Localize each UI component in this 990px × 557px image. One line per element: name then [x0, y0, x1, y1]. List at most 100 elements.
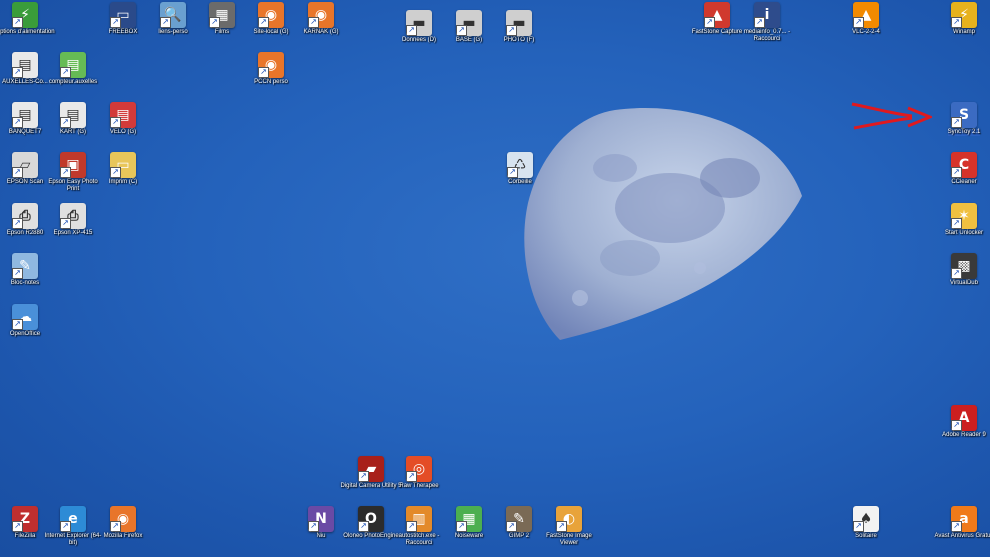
desktop-icon-label: Epson XP-415	[53, 230, 93, 236]
printer-icon: ⎙ ↗	[12, 203, 38, 229]
shortcut-arrow-icon: ↗	[160, 17, 171, 28]
desktop-icon-avast[interactable]: a ↗ Avast Antivirus Gratuit	[933, 506, 990, 540]
drive-icon: ▬ ↗	[456, 10, 482, 36]
firefox-icon: ◉ ↗	[258, 2, 284, 28]
desktop-icon-imprim[interactable]: ▭ ↗ Imprim (C)	[92, 152, 154, 186]
shortcut-arrow-icon: ↗	[308, 17, 319, 28]
shortcut-arrow-icon: ↗	[853, 17, 864, 28]
desktop-icon-label: Winamp	[952, 29, 975, 35]
avast-icon: a ↗	[951, 506, 977, 532]
synctoy-icon: S ↗	[951, 102, 977, 128]
mediainfo-icon: i ↗	[754, 2, 780, 28]
shortcut-arrow-icon: ↗	[951, 268, 962, 279]
desktop-icon-compteur-auxelles[interactable]: ▤ ↗ compteur.auxelles	[42, 52, 104, 86]
desktop-icon-karnak[interactable]: ◉ ↗ KARNAK (G)	[290, 2, 352, 36]
desktop-icon-mediainfo[interactable]: i ↗ mediainfo_0.7... - Raccourci	[736, 2, 798, 43]
desktop-icon-bloc-notes[interactable]: ✎ ↗ Bloc-notes	[0, 253, 56, 287]
desktop-icon-winamp[interactable]: ⚡ ↗ Winamp	[933, 2, 990, 36]
shortcut-arrow-icon: ↗	[406, 471, 417, 482]
winamp-icon: ⚡ ↗	[951, 2, 977, 28]
desktop-icon-label: Avast Antivirus Gratuit	[934, 533, 990, 539]
spreadsheet-icon: ▤ ↗	[60, 52, 86, 78]
desktop-icon-solitaire[interactable]: ♠ ↗ Solitaire	[835, 506, 897, 540]
cards-icon: ♠ ↗	[853, 506, 879, 532]
magnifier-icon: 🔍 ↗	[160, 2, 186, 28]
shortcut-arrow-icon: ↗	[60, 521, 71, 532]
pdf-icon: A ↗	[951, 405, 977, 431]
desktop-icon-label: Noiseware	[454, 533, 484, 539]
shortcut-arrow-icon: ↗	[12, 319, 23, 330]
moon-image	[524, 108, 802, 340]
desktop-icon-label: Corbeille	[508, 179, 532, 185]
desktop-icon-label: PCCN perso	[254, 79, 288, 85]
spreadsheet-icon: ▤ ↗	[12, 52, 38, 78]
oloneo-icon: O ↗	[358, 506, 384, 532]
desktop-icon-label: FREEBOX	[108, 29, 138, 35]
scanner-icon: ▱ ↗	[12, 152, 38, 178]
desktop-icon-pccn-perso[interactable]: ◉ ↗ PCCN perso	[240, 52, 302, 86]
desktop-icon-epson-xp-415[interactable]: ⎙ ↗ Epson XP-415	[42, 203, 104, 237]
desktop-icon-label: mediainfo_0.7... - Raccourci	[743, 29, 791, 42]
desktop-icon-label: liens-perso	[158, 29, 188, 35]
shortcut-arrow-icon: ↗	[110, 117, 121, 128]
shortcut-arrow-icon: ↗	[507, 167, 518, 178]
shortcut-arrow-icon: ↗	[406, 25, 417, 36]
desktop-icon-label: compteur.auxelles	[48, 79, 98, 85]
autostitch-icon: ▥ ↗	[406, 506, 432, 532]
desktop-icon-mozilla-firefox[interactable]: ◉ ↗ Mozilla Firefox	[92, 506, 154, 540]
shortcut-arrow-icon: ↗	[308, 521, 319, 532]
firefox-icon: ◉ ↗	[110, 506, 136, 532]
shortcut-arrow-icon: ↗	[456, 521, 467, 532]
desktop-icon-label: OpenOffice	[9, 331, 41, 337]
shortcut-arrow-icon: ↗	[358, 471, 369, 482]
desktop-icon-options-alimentation[interactable]: ⚡ ↗ Options d'alimentation	[0, 2, 56, 36]
shortcut-arrow-icon: ↗	[12, 521, 23, 532]
desktop-icon-adobe-reader[interactable]: A ↗ Adobe Reader 9	[933, 405, 990, 439]
shortcut-arrow-icon: ↗	[556, 521, 567, 532]
desktop-icon-openoffice[interactable]: ☁ ↗ OpenOffice	[0, 304, 56, 338]
desktop-icon-label: Mozilla Firefox	[103, 533, 143, 539]
desktop-icon-start-unlocker[interactable]: ✶ ↗ Start Unlocker	[933, 203, 990, 237]
desktop-icon-rawtherapee[interactable]: ◎ ↗ Raw Therapee	[388, 456, 450, 490]
drive-icon: ▬ ↗	[506, 10, 532, 36]
faststone-capture-icon: ▲ ↗	[704, 2, 730, 28]
shortcut-arrow-icon: ↗	[258, 67, 269, 78]
shortcut-arrow-icon: ↗	[853, 521, 864, 532]
desktop-icon-label: GIMP 2	[508, 533, 530, 539]
desktop-icon-virtualdub[interactable]: ▩ ↗ VirtualDub	[933, 253, 990, 287]
shortcut-arrow-icon: ↗	[110, 17, 121, 28]
desktop-icon-label: Raw Therapee	[399, 483, 439, 489]
vlc-icon: ▲ ↗	[853, 2, 879, 28]
desktop-icon-vlc[interactable]: ▲ ↗ VLC-2-2-4	[835, 2, 897, 36]
desktop-icon-label: Niu	[316, 533, 326, 539]
virtualdub-icon: ▩ ↗	[951, 253, 977, 279]
desktop-icon-ccleaner[interactable]: C ↗ CCleaner	[933, 152, 990, 186]
desktop-icon-label: Adobe Reader 9	[942, 432, 986, 438]
wand-icon: ✶ ↗	[951, 203, 977, 229]
film-icon: ▦ ↗	[209, 2, 235, 28]
desktop-icon-label: Options d'alimentation	[0, 29, 55, 35]
desktop-icon-label: AUXELLES-Co...	[2, 79, 48, 85]
shortcut-arrow-icon: ↗	[60, 218, 71, 229]
notepad-icon: ✎ ↗	[12, 253, 38, 279]
spreadsheet-icon: ▤ ↗	[12, 102, 38, 128]
desktop-icon-label: PHOTO (F)	[503, 37, 535, 43]
niu-icon: N ↗	[308, 506, 334, 532]
noiseware-icon: ▦ ↗	[456, 506, 482, 532]
desktop-icon-velo[interactable]: ▤ ↗ VELO (G)	[92, 102, 154, 136]
desktop-icon-label: VirtualDub	[950, 280, 978, 286]
shortcut-arrow-icon: ↗	[12, 268, 23, 279]
desktop-icon-synctoy[interactable]: S ↗ SyncToy 2.1	[933, 102, 990, 136]
red-arrow-icon	[851, 102, 932, 130]
internet-explorer-icon: e ↗	[60, 506, 86, 532]
desktop-icon-label: VELO (G)	[109, 129, 137, 135]
desktop-icon-label: FileZilla	[14, 533, 36, 539]
desktop-icon-faststone-viewer[interactable]: ◐ ↗ FastStone Image Viewer	[538, 506, 600, 547]
filezilla-icon: Z ↗	[12, 506, 38, 532]
camera-utility-icon: ▰ ↗	[358, 456, 384, 482]
desktop-icon-corbeille[interactable]: ♺ ↗ Corbeille	[489, 152, 551, 186]
spreadsheet-icon: ▤ ↗	[60, 102, 86, 128]
shortcut-arrow-icon: ↗	[60, 67, 71, 78]
desktop-icon-label: Imprim (C)	[108, 179, 138, 185]
desktop-icon-photo[interactable]: ▬ ↗ PHOTO (F)	[488, 10, 550, 44]
